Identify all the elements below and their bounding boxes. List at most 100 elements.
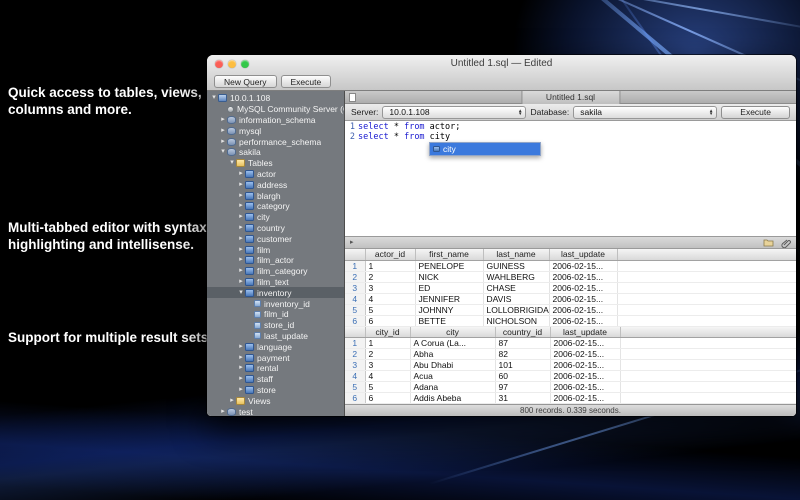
result-set-1: actor_idfirst_namelast_namelast_update11… <box>345 249 796 327</box>
cell: 6 <box>365 393 410 404</box>
table-row[interactable]: 66BETTENICHOLSON2006-02-15... <box>345 315 796 326</box>
disclosure-closed-icon[interactable]: ▸ <box>237 212 245 222</box>
disclosure-open-icon[interactable]: ▾ <box>219 147 227 157</box>
tree-item-mysql[interactable]: ▸mysql <box>207 125 344 136</box>
tree-item-inventory[interactable]: ▾inventory <box>207 287 344 298</box>
tree-item-film_category[interactable]: ▸film_category <box>207 266 344 277</box>
table-row[interactable]: 22Abha822006-02-15... <box>345 349 796 360</box>
tree-item-address[interactable]: ▸address <box>207 179 344 190</box>
tree-item-performance_schema[interactable]: ▸performance_schema <box>207 136 344 147</box>
disclosure-closed-icon[interactable]: ▸ <box>237 342 245 352</box>
tree-item-film[interactable]: ▸ film <box>207 244 344 255</box>
disclosure-closed-icon[interactable]: ▸ <box>237 277 245 287</box>
tree-item-customer[interactable]: ▸customer <box>207 233 344 244</box>
app-window: Untitled 1.sql — Edited New Query Execut… <box>207 55 796 416</box>
table-row[interactable]: 55JOHNNYLOLLOBRIGIDA2006-02-15... <box>345 304 796 315</box>
disclosure-open-icon[interactable]: ▾ <box>237 288 245 298</box>
tree-item-city[interactable]: ▸city <box>207 212 344 223</box>
table-icon <box>245 192 254 200</box>
column-header[interactable]: last_update <box>549 249 617 260</box>
tree-item-store[interactable]: ▸store <box>207 385 344 396</box>
tree-item-sakila[interactable]: ▾sakila <box>207 147 344 158</box>
table-row[interactable]: 66Addis Abeba312006-02-15... <box>345 393 796 404</box>
column-header[interactable]: last_update <box>550 327 620 338</box>
disclosure-open-icon[interactable]: ▾ <box>228 158 236 168</box>
tree-item-store_id[interactable]: store_id <box>207 320 344 331</box>
tree-item-blargh[interactable]: ▸blargh <box>207 190 344 201</box>
tree-item-views[interactable]: ▸Views <box>207 395 344 406</box>
disclosure-open-icon[interactable]: ▾ <box>210 93 218 103</box>
table-row[interactable]: 11A Corua (La...872006-02-15... <box>345 338 796 349</box>
tree-item-staff[interactable]: ▸staff <box>207 374 344 385</box>
server-select[interactable]: 10.0.1.108 <box>382 106 526 119</box>
disclosure-closed-icon[interactable]: ▸ <box>219 407 227 417</box>
tab-untitled-sql[interactable]: Untitled 1.sql <box>521 91 620 104</box>
autocomplete-item-city[interactable]: city <box>430 143 540 155</box>
cell: 2006-02-15... <box>549 304 617 315</box>
tree-item-10.0.1.108[interactable]: ▾10.0.1.108 <box>207 93 344 104</box>
tree-item-label: film <box>257 245 270 255</box>
table-row[interactable]: 33EDCHASE2006-02-15... <box>345 282 796 293</box>
minimize-window-button[interactable] <box>228 60 236 68</box>
export-folder-icon[interactable] <box>763 238 774 247</box>
disclosure-closed-icon[interactable]: ▸ <box>237 245 245 255</box>
table-row[interactable]: 33Abu Dhabi1012006-02-15... <box>345 360 796 371</box>
tree-item-film_text[interactable]: ▸film_text <box>207 277 344 288</box>
table-row[interactable]: 44JENNIFERDAVIS2006-02-15... <box>345 293 796 304</box>
disclosure-closed-icon[interactable]: ▸ <box>219 126 227 136</box>
tree-item-payment[interactable]: ▸payment <box>207 352 344 363</box>
column-header[interactable]: last_name <box>483 249 549 260</box>
disclosure-closed-icon[interactable]: ▸ <box>237 180 245 190</box>
disclosure-closed-icon[interactable]: ▸ <box>237 266 245 276</box>
close-window-button[interactable] <box>215 60 223 68</box>
execute-button[interactable]: Execute <box>721 106 790 119</box>
traffic-lights <box>215 60 249 68</box>
disclosure-closed-icon[interactable]: ▸ <box>228 396 236 406</box>
column-header[interactable]: actor_id <box>365 249 415 260</box>
tree-item-label: test <box>239 407 253 417</box>
tree-item-film_actor[interactable]: ▸film_actor <box>207 255 344 266</box>
database-select[interactable]: sakila <box>573 106 717 119</box>
disclosure-closed-icon[interactable]: ▸ <box>219 115 227 125</box>
tree-item-last_update[interactable]: last_update <box>207 331 344 342</box>
table-row[interactable]: 11PENELOPEGUINESS2006-02-15... <box>345 260 796 271</box>
column-header[interactable]: country_id <box>495 327 550 338</box>
tree-item-inventory_id[interactable]: inventory_id <box>207 298 344 309</box>
window-titlebar[interactable]: Untitled 1.sql — Edited <box>207 55 796 73</box>
execute-toolbar-button[interactable]: Execute <box>281 75 332 88</box>
table-row[interactable]: 22NICKWAHLBERG2006-02-15... <box>345 271 796 282</box>
disclosure-closed-icon[interactable]: ▸ <box>237 353 245 363</box>
cell: 2006-02-15... <box>550 393 620 404</box>
tree-item-language[interactable]: ▸language <box>207 341 344 352</box>
tree-item-rental[interactable]: ▸rental <box>207 363 344 374</box>
disclosure-closed-icon[interactable]: ▸ <box>219 137 227 147</box>
tree-item-country[interactable]: ▸country <box>207 223 344 234</box>
column-header[interactable]: first_name <box>415 249 483 260</box>
results-disclosure-icon[interactable] <box>350 237 354 248</box>
tree-item-actor[interactable]: ▸actor <box>207 169 344 180</box>
tree-item-mysql-community-server-gpl-5.6.1[interactable]: MySQL Community Server (GPL) 5.6.1 <box>207 104 344 115</box>
paperclip-icon[interactable] <box>781 238 791 248</box>
new-query-button[interactable]: New Query <box>214 75 277 88</box>
disclosure-closed-icon[interactable]: ▸ <box>237 201 245 211</box>
tree-item-film_id[interactable]: film_id <box>207 309 344 320</box>
tree-item-tables[interactable]: ▾Tables <box>207 158 344 169</box>
tree-item-category[interactable]: ▸category <box>207 201 344 212</box>
zoom-window-button[interactable] <box>241 60 249 68</box>
column-header[interactable]: city <box>410 327 495 338</box>
table-row[interactable]: 55Adana972006-02-15... <box>345 382 796 393</box>
disclosure-closed-icon[interactable]: ▸ <box>237 374 245 384</box>
row-number-cell: 1 <box>345 338 365 349</box>
disclosure-closed-icon[interactable]: ▸ <box>237 223 245 233</box>
disclosure-closed-icon[interactable]: ▸ <box>237 169 245 179</box>
sql-editor[interactable]: 1select * from actor;2select * from city… <box>345 121 796 236</box>
tree-item-test[interactable]: ▸ test <box>207 406 344 416</box>
disclosure-closed-icon[interactable]: ▸ <box>237 385 245 395</box>
tree-item-information_schema[interactable]: ▸information_schema <box>207 115 344 126</box>
disclosure-closed-icon[interactable]: ▸ <box>237 255 245 265</box>
disclosure-closed-icon[interactable]: ▸ <box>237 191 245 201</box>
disclosure-closed-icon[interactable]: ▸ <box>237 234 245 244</box>
column-header[interactable]: city_id <box>365 327 410 338</box>
table-row[interactable]: 44Acua602006-02-15... <box>345 371 796 382</box>
disclosure-closed-icon[interactable]: ▸ <box>237 363 245 373</box>
